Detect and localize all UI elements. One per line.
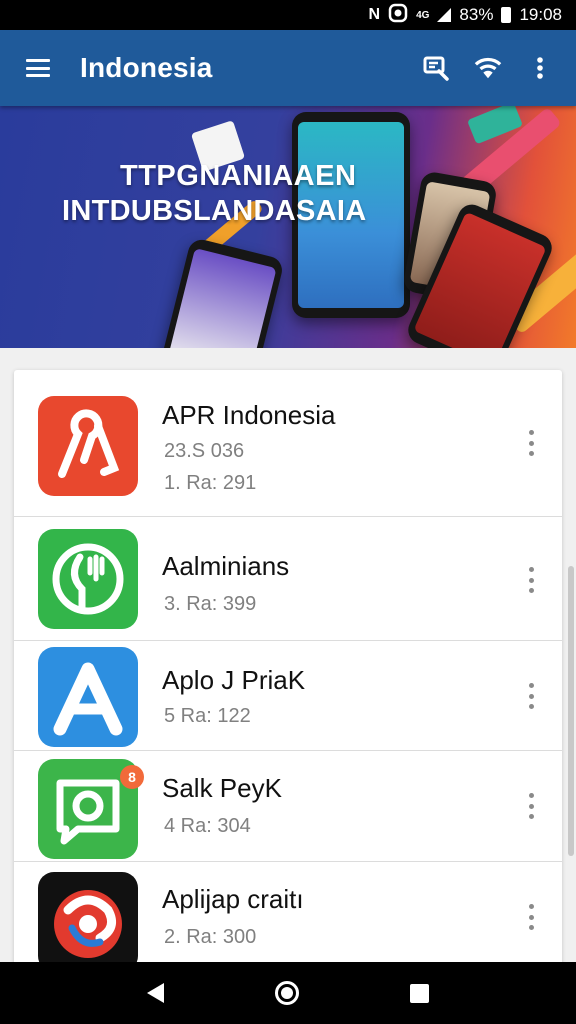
more-vert-icon[interactable] xyxy=(526,904,536,930)
letter-a-logo-icon xyxy=(38,647,138,747)
more-vert-icon[interactable] xyxy=(526,430,536,456)
app-meta-secondary: 2. Ra: 300 xyxy=(164,926,257,948)
banner-line-1: TTPGNANIAAEN xyxy=(120,160,357,192)
list-item[interactable]: Aalminians 3. Ra: 399 xyxy=(14,517,562,641)
sync-icon xyxy=(388,3,408,28)
search-icon[interactable] xyxy=(422,54,450,82)
app-meta-secondary: 3. Ra: 399 xyxy=(164,593,257,615)
menu-icon[interactable] xyxy=(26,59,50,77)
list-item[interactable]: Aplijap craitı 2. Ra: 300 xyxy=(14,862,562,970)
app-name: Aplijap craitı xyxy=(162,884,304,914)
screen: N 4G 83% 19:08 Indonesia TTPGNANIAAEN IN… xyxy=(0,0,576,1024)
app-list: APR Indonesia 23.S 036 1. Ra: 291 Aalmin… xyxy=(14,370,562,970)
red-swirl-logo-icon xyxy=(38,872,138,970)
promo-banner[interactable]: TTPGNANIAAEN INTDUBSLANDASAIA xyxy=(0,106,576,348)
clock: 19:08 xyxy=(519,5,562,24)
app-name: Salk PeyK xyxy=(162,773,282,803)
app-meta-primary: 23.S 036 xyxy=(164,440,245,462)
wifi-icon[interactable] xyxy=(474,54,502,82)
banner-line-2: INTDUBSLANDASAIA xyxy=(62,195,367,227)
battery-percent: 83% xyxy=(459,5,494,24)
list-item[interactable]: 8 Salk PeyK 4 Ra: 304 xyxy=(14,751,562,862)
more-vert-icon[interactable] xyxy=(526,567,536,593)
recents-icon[interactable] xyxy=(409,983,429,1003)
app-name: Aplo J PriaK xyxy=(162,665,306,695)
signal-icon xyxy=(437,8,452,22)
app-name: APR Indonesia xyxy=(162,400,336,430)
app-meta-secondary: 4 Ra: 304 xyxy=(164,815,251,837)
network-type: 4G xyxy=(416,9,430,21)
home-icon[interactable] xyxy=(274,981,299,1005)
app-meta-secondary: 1. Ra: 291 xyxy=(164,472,257,494)
more-vert-icon[interactable] xyxy=(526,54,554,82)
app-name: Aalminians xyxy=(162,551,290,581)
status-bar: N 4G 83% 19:08 xyxy=(0,0,576,30)
phone-image xyxy=(151,236,285,348)
pin-logo-icon xyxy=(38,396,138,496)
page-title: Indonesia xyxy=(80,52,213,83)
app-bar-actions xyxy=(422,54,554,82)
fork-leaf-logo-icon xyxy=(38,529,138,629)
app-bar: Indonesia xyxy=(0,30,576,106)
more-vert-icon[interactable] xyxy=(526,793,536,819)
nfc-icon: N xyxy=(368,6,381,23)
more-vert-icon[interactable] xyxy=(526,683,536,709)
list-item[interactable]: Aplo J PriaK 5 Ra: 122 xyxy=(14,641,562,751)
banner-headline: TTPGNANIAAEN INTDUBSLANDASAIA xyxy=(62,160,366,228)
list-item[interactable]: APR Indonesia 23.S 036 1. Ra: 291 xyxy=(14,370,562,517)
app-meta-secondary: 5 Ra: 122 xyxy=(164,705,251,727)
navigation-bar xyxy=(0,962,576,1024)
scrollbar[interactable] xyxy=(568,566,574,856)
battery-icon xyxy=(501,7,512,23)
back-icon[interactable] xyxy=(147,983,165,1003)
notification-badge: 8 xyxy=(120,765,144,789)
